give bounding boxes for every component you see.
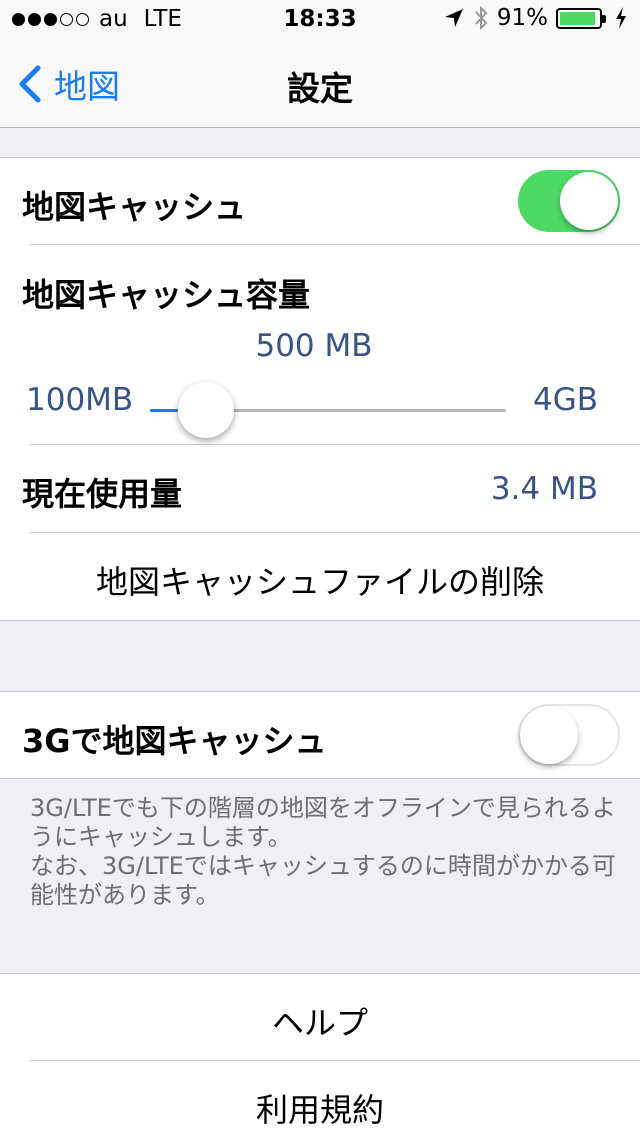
map-cache-toggle[interactable] [518, 170, 620, 232]
cellular-cache-footnote: 3G/LTEでも下の階層の地図をオフラインで見られるようにキャッシュします。 な… [30, 794, 620, 910]
delete-cache-label: 地図キャッシュファイルの削除 [95, 563, 544, 601]
status-right: 91% [443, 5, 628, 31]
cellular-cache-group: 3Gで地図キャッシュ [0, 691, 640, 779]
bluetooth-icon [475, 5, 488, 31]
navigation-bar: 地図 設定 [0, 40, 640, 128]
footnote-line: なお、3G/LTEではキャッシュするのに時間がかかる可能性があります。 [30, 852, 616, 909]
cache-capacity-row: 地図キャッシュ容量 500 MB 100MB 4GB [0, 245, 640, 445]
links-group: ヘルプ 利用規約 [0, 973, 640, 1136]
status-bar: au LTE 18:33 91% [0, 0, 640, 40]
terms-button[interactable]: 利用規約 [0, 1061, 640, 1136]
current-usage-value: 3.4 MB [490, 471, 598, 507]
battery-fill [560, 11, 595, 25]
map-cache-row: 地図キャッシュ [0, 158, 640, 245]
terms-label: 利用規約 [255, 1091, 384, 1129]
cellular-cache-row: 3Gで地図キャッシュ [0, 692, 640, 778]
battery-icon [556, 7, 606, 29]
cache-settings-group: 地図キャッシュ 地図キャッシュ容量 500 MB 100MB 4GB 現在使用量… [0, 157, 640, 621]
current-usage-row: 現在使用量 3.4 MB [0, 445, 640, 533]
cache-capacity-label: 地図キャッシュ容量 [22, 276, 311, 314]
help-label: ヘルプ [271, 1004, 368, 1042]
location-arrow-icon [444, 9, 463, 27]
toggle-knob [560, 172, 618, 230]
slider-fill [150, 409, 179, 412]
slider-min-label: 100MB [26, 382, 134, 418]
cellular-cache-toggle[interactable] [518, 704, 620, 766]
map-cache-label: 地図キャッシュ [22, 188, 247, 226]
cache-capacity-value: 500 MB [255, 328, 373, 364]
slider-max-label: 4GB [532, 382, 598, 418]
current-usage-label: 現在使用量 [22, 475, 183, 513]
cache-capacity-slider[interactable] [150, 382, 506, 438]
toggle-knob [520, 706, 578, 764]
help-button[interactable]: ヘルプ [0, 974, 640, 1061]
charging-bolt-icon [616, 7, 626, 29]
page-title: 設定 [287, 69, 353, 108]
cellular-cache-label: 3Gで地図キャッシュ [22, 722, 327, 760]
delete-cache-button[interactable]: 地図キャッシュファイルの削除 [0, 533, 640, 620]
footnote-line: 3G/LTEでも下の階層の地図をオフラインで見られるようにキャッシュします。 [30, 794, 616, 851]
battery-percent: 91% [496, 5, 548, 31]
